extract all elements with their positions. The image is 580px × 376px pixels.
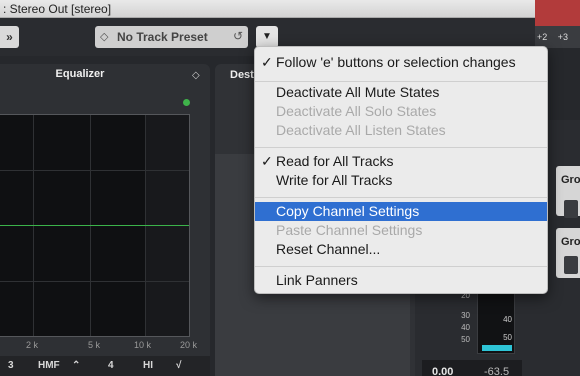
group-button[interactable] (564, 200, 578, 218)
preset-reset-icon[interactable]: ↺ (233, 29, 243, 43)
band-shape-icon[interactable]: ⌃ (72, 360, 80, 371)
eq-active-indicator[interactable] (183, 99, 190, 106)
meter-scale-label: 30 (461, 311, 470, 320)
meter-level-bar (482, 345, 512, 351)
equalizer-panel: Equalizer ◇ 2 k 5 k 10 k 20 k 3 HMF ⌃ 4 … (0, 64, 210, 376)
nav-forward-button[interactable]: » (0, 26, 19, 48)
menu-item-label: Link Panners (276, 272, 358, 288)
menu-item-paste-channel-settings[interactable]: Paste Channel Settings (255, 221, 547, 240)
band-label[interactable]: HMF (38, 360, 60, 371)
menu-item-label: Reset Channel... (276, 241, 381, 257)
eq-curve-display[interactable] (0, 114, 190, 337)
meter-scale-label: 50 (461, 335, 470, 344)
menu-item-deactivate-solo[interactable]: Deactivate All Solo States (255, 102, 547, 121)
menu-separator (255, 147, 547, 148)
group-box: Gro (556, 166, 580, 218)
menu-item-link-panners[interactable]: Link Panners (255, 271, 547, 290)
mixer-window: : Stereo Out [stereo] +2 +3 » ◇ No Track… (0, 0, 580, 376)
menu-separator (255, 81, 547, 82)
settings-dropdown-menu: ✓ Follow 'e' buttons or selection change… (254, 46, 548, 294)
preset-label: No Track Preset (117, 30, 208, 44)
menu-separator (255, 266, 547, 267)
tick-label: +3 (557, 32, 569, 42)
eq-band-row: 3 HMF ⌃ 4 HI √ (0, 356, 210, 376)
meter-scale-label: 40 (461, 323, 470, 332)
freq-label: 20 k (180, 340, 198, 350)
track-preset-field[interactable]: ◇ No Track Preset ↺ (95, 26, 248, 48)
window-title: : Stereo Out [stereo] (3, 2, 112, 16)
settings-dropdown-button[interactable]: ▼ (256, 26, 278, 48)
freq-label: 2 k (26, 340, 39, 350)
checkmark-icon: ✓ (261, 153, 273, 169)
menu-item-label: Copy Channel Settings (276, 203, 420, 219)
eq-curve (0, 225, 189, 226)
level-ticks: +2 +3 (537, 32, 576, 42)
equalizer-settings-icon[interactable]: ◇ (192, 70, 200, 81)
checkmark-icon: ✓ (261, 54, 273, 70)
group-label: Gro (561, 236, 580, 248)
band-label[interactable]: HI (143, 360, 153, 371)
menu-item-label: Write for All Tracks (276, 172, 393, 188)
group-button[interactable] (564, 256, 578, 274)
equalizer-title: Equalizer (55, 68, 105, 80)
menu-item-label: Read for All Tracks (276, 153, 394, 169)
title-bar: : Stereo Out [stereo] (0, 0, 535, 18)
grid-line (0, 170, 189, 171)
band-shape-icon[interactable]: √ (176, 360, 182, 371)
group-label: Gro (561, 174, 580, 186)
menu-item-follow-e-buttons[interactable]: ✓ Follow 'e' buttons or selection change… (255, 53, 547, 72)
menu-item-label: Follow 'e' buttons or selection changes (276, 54, 516, 70)
destination-title: Dest (230, 69, 254, 81)
menu-item-read-all[interactable]: ✓ Read for All Tracks (255, 152, 547, 171)
record-indicator (535, 0, 580, 26)
level-readouts: 0.00 -63.5 (422, 360, 522, 376)
menu-item-deactivate-listen[interactable]: Deactivate All Listen States (255, 121, 547, 140)
band-number[interactable]: 4 (108, 360, 114, 371)
freq-label: 5 k (88, 340, 101, 350)
menu-item-label: Deactivate All Listen States (276, 122, 446, 138)
menu-item-copy-channel-settings[interactable]: Copy Channel Settings (255, 202, 547, 221)
group-box: Gro (556, 228, 580, 278)
freq-label: 10 k (134, 340, 152, 350)
menu-separator (255, 197, 547, 198)
peak-value[interactable]: -63.5 (484, 366, 509, 376)
menu-item-write-all[interactable]: Write for All Tracks (255, 171, 547, 190)
meter-tick: 40 (503, 315, 512, 324)
menu-item-label: Deactivate All Solo States (276, 103, 437, 119)
band-number[interactable]: 3 (8, 360, 14, 371)
menu-item-reset-channel[interactable]: Reset Channel... (255, 240, 547, 259)
track-strip-edge: +2 +3 (535, 0, 580, 48)
tick-label: +2 (537, 32, 548, 42)
menu-item-label: Deactivate All Mute States (276, 84, 440, 100)
grid-line (0, 281, 189, 282)
preset-tag-icon: ◇ (100, 31, 109, 43)
menu-item-label: Paste Channel Settings (276, 222, 423, 238)
menu-item-deactivate-mute[interactable]: Deactivate All Mute States (255, 83, 547, 102)
meter-tick: 50 (503, 333, 512, 342)
fader-value[interactable]: 0.00 (432, 366, 453, 376)
